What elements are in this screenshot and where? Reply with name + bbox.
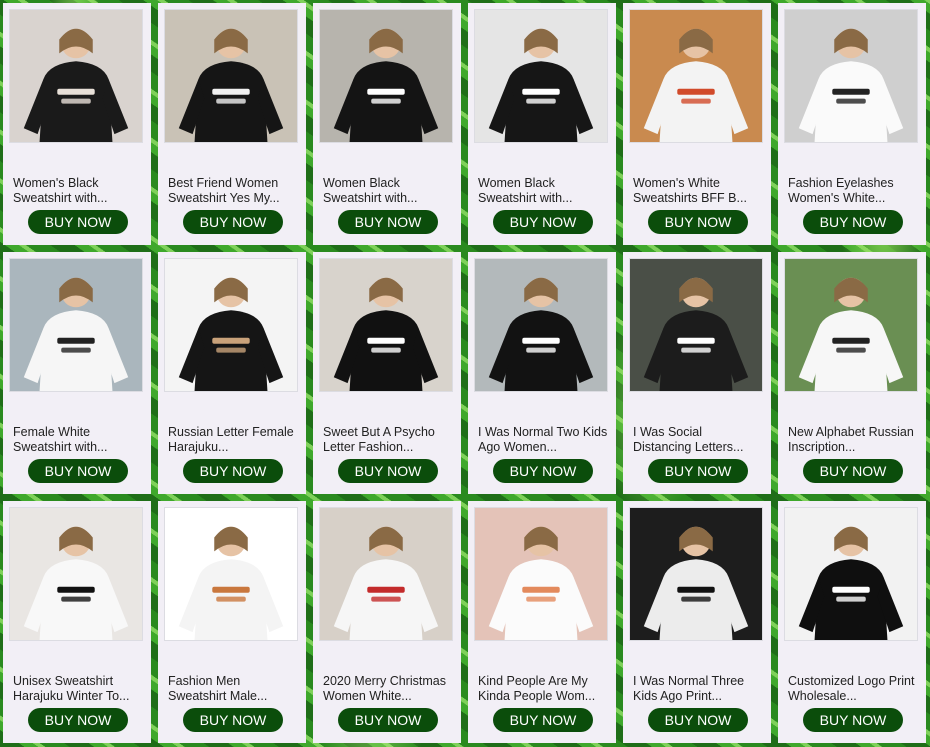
product-card[interactable]: Customized Logo Print Wholesale... BUY NO… bbox=[778, 501, 926, 743]
product-card[interactable]: Kind People Are My Kinda People Wom... BU… bbox=[468, 501, 616, 743]
buy-now-button[interactable]: BUY NOW bbox=[28, 459, 128, 483]
product-image[interactable] bbox=[164, 9, 298, 143]
product-title[interactable]: Russian Letter Female Harajuku... bbox=[168, 425, 298, 455]
product-photo bbox=[165, 259, 297, 391]
product-card[interactable]: Female White Sweatshirt with... BUY NOW bbox=[3, 252, 151, 494]
product-image[interactable] bbox=[474, 507, 608, 641]
buy-now-button[interactable]: BUY NOW bbox=[183, 459, 283, 483]
buy-now-button[interactable]: BUY NOW bbox=[338, 708, 438, 732]
product-photo bbox=[10, 259, 142, 391]
product-photo bbox=[475, 10, 607, 142]
product-title[interactable]: Women Black Sweatshirt with... bbox=[323, 176, 453, 206]
product-image[interactable] bbox=[164, 258, 298, 392]
product-image[interactable] bbox=[319, 507, 453, 641]
product-grid: Women's Black Sweatshirt with... BUY NOW … bbox=[3, 3, 926, 743]
product-photo bbox=[475, 508, 607, 640]
product-image[interactable] bbox=[474, 9, 608, 143]
product-photo bbox=[630, 259, 762, 391]
product-title[interactable]: Women's White Sweatshirts BFF B... bbox=[633, 176, 763, 206]
product-image[interactable] bbox=[784, 507, 918, 641]
product-photo bbox=[785, 10, 917, 142]
product-image[interactable] bbox=[9, 9, 143, 143]
product-image[interactable] bbox=[319, 9, 453, 143]
product-photo bbox=[320, 508, 452, 640]
product-card[interactable]: Women Black Sweatshirt with... BUY NOW bbox=[468, 3, 616, 245]
product-image[interactable] bbox=[629, 9, 763, 143]
buy-now-button[interactable]: BUY NOW bbox=[493, 210, 593, 234]
product-card[interactable]: Best Friend Women Sweatshirt Yes My... BU… bbox=[158, 3, 306, 245]
product-title[interactable]: Sweet But A Psycho Letter Fashion... bbox=[323, 425, 453, 455]
product-title[interactable]: 2020 Merry Christmas Women White... bbox=[323, 674, 453, 704]
product-photo bbox=[165, 10, 297, 142]
product-image[interactable] bbox=[629, 507, 763, 641]
product-photo bbox=[630, 10, 762, 142]
product-card[interactable]: Women's Black Sweatshirt with... BUY NOW bbox=[3, 3, 151, 245]
product-title[interactable]: Customized Logo Print Wholesale... bbox=[788, 674, 918, 704]
product-image[interactable] bbox=[319, 258, 453, 392]
product-image[interactable] bbox=[784, 9, 918, 143]
buy-now-button[interactable]: BUY NOW bbox=[183, 708, 283, 732]
buy-now-button[interactable]: BUY NOW bbox=[28, 210, 128, 234]
product-card[interactable]: I Was Social Distancing Letters... BUY NO… bbox=[623, 252, 771, 494]
product-card[interactable]: Fashion Eyelashes Women's White... BUY NO… bbox=[778, 3, 926, 245]
product-photo bbox=[785, 259, 917, 391]
buy-now-button[interactable]: BUY NOW bbox=[648, 459, 748, 483]
product-title[interactable]: Fashion Eyelashes Women's White... bbox=[788, 176, 918, 206]
buy-now-button[interactable]: BUY NOW bbox=[648, 210, 748, 234]
buy-now-button[interactable]: BUY NOW bbox=[803, 708, 903, 732]
buy-now-button[interactable]: BUY NOW bbox=[803, 210, 903, 234]
product-photo bbox=[630, 508, 762, 640]
product-card[interactable]: I Was Normal Two Kids Ago Women... BUY NO… bbox=[468, 252, 616, 494]
product-card[interactable]: Fashion Men Sweatshirt Male... BUY NOW bbox=[158, 501, 306, 743]
buy-now-button[interactable]: BUY NOW bbox=[338, 459, 438, 483]
buy-now-button[interactable]: BUY NOW bbox=[648, 708, 748, 732]
product-title[interactable]: I Was Social Distancing Letters... bbox=[633, 425, 763, 455]
product-title[interactable]: Unisex Sweatshirt Harajuku Winter To... bbox=[13, 674, 143, 704]
product-title[interactable]: I Was Normal Two Kids Ago Women... bbox=[478, 425, 608, 455]
buy-now-button[interactable]: BUY NOW bbox=[803, 459, 903, 483]
product-card[interactable]: Women Black Sweatshirt with... BUY NOW bbox=[313, 3, 461, 245]
product-image[interactable] bbox=[629, 258, 763, 392]
product-photo bbox=[165, 508, 297, 640]
product-title[interactable]: Women Black Sweatshirt with... bbox=[478, 176, 608, 206]
product-photo bbox=[475, 259, 607, 391]
buy-now-button[interactable]: BUY NOW bbox=[493, 708, 593, 732]
product-image[interactable] bbox=[9, 258, 143, 392]
product-title[interactable]: Women's Black Sweatshirt with... bbox=[13, 176, 143, 206]
product-card[interactable]: New Alphabet Russian Inscription... BUY N… bbox=[778, 252, 926, 494]
buy-now-button[interactable]: BUY NOW bbox=[28, 708, 128, 732]
product-image[interactable] bbox=[164, 507, 298, 641]
product-title[interactable]: Best Friend Women Sweatshirt Yes My... bbox=[168, 176, 298, 206]
buy-now-button[interactable]: BUY NOW bbox=[183, 210, 283, 234]
product-photo bbox=[785, 508, 917, 640]
product-image[interactable] bbox=[9, 507, 143, 641]
product-title[interactable]: I Was Normal Three Kids Ago Print... bbox=[633, 674, 763, 704]
product-title[interactable]: Female White Sweatshirt with... bbox=[13, 425, 143, 455]
buy-now-button[interactable]: BUY NOW bbox=[493, 459, 593, 483]
product-photo bbox=[320, 259, 452, 391]
product-title[interactable]: New Alphabet Russian Inscription... bbox=[788, 425, 918, 455]
product-card[interactable]: Unisex Sweatshirt Harajuku Winter To... B… bbox=[3, 501, 151, 743]
product-photo bbox=[10, 508, 142, 640]
product-card[interactable]: Women's White Sweatshirts BFF B... BUY NO… bbox=[623, 3, 771, 245]
product-card[interactable]: Sweet But A Psycho Letter Fashion... BUY … bbox=[313, 252, 461, 494]
product-card[interactable]: 2020 Merry Christmas Women White... BUY N… bbox=[313, 501, 461, 743]
product-title[interactable]: Kind People Are My Kinda People Wom... bbox=[478, 674, 608, 704]
product-card[interactable]: I Was Normal Three Kids Ago Print... BUY … bbox=[623, 501, 771, 743]
buy-now-button[interactable]: BUY NOW bbox=[338, 210, 438, 234]
product-image[interactable] bbox=[784, 258, 918, 392]
product-image[interactable] bbox=[474, 258, 608, 392]
product-photo bbox=[320, 10, 452, 142]
product-title[interactable]: Fashion Men Sweatshirt Male... bbox=[168, 674, 298, 704]
product-photo bbox=[10, 10, 142, 142]
product-card[interactable]: Russian Letter Female Harajuku... BUY NOW bbox=[158, 252, 306, 494]
